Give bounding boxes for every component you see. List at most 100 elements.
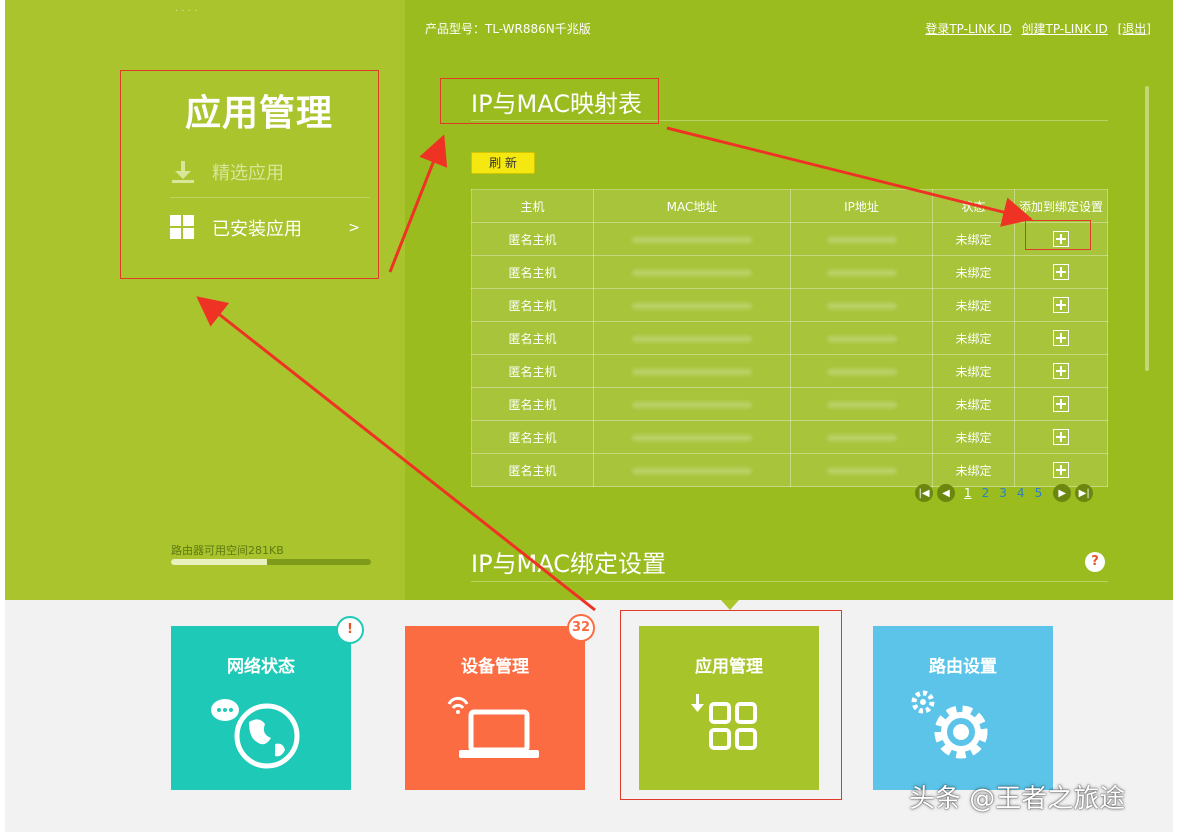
add-binding-cell — [1014, 354, 1108, 388]
add-binding-button[interactable] — [1053, 297, 1069, 313]
table-row: 匿名主机 未绑定 — [471, 420, 1108, 454]
add-binding-cell — [1014, 420, 1108, 454]
mac-cell — [593, 354, 791, 388]
mac-cell — [593, 420, 791, 454]
table-row: 匿名主机 未绑定 — [471, 321, 1108, 355]
ip-mac-table: 主机 MAC地址 IP地址 状态 添加到绑定设置 匿名主机 未绑定 匿名主机 未绑定匿… — [471, 189, 1108, 487]
section-divider — [471, 581, 1108, 582]
host-cell: 匿名主机 — [471, 453, 594, 487]
product-model: 产品型号：TL-WR886N千兆版 — [425, 22, 591, 36]
table-row: 匿名主机 未绑定 — [471, 288, 1108, 322]
annotation-box — [1025, 220, 1091, 250]
add-binding-cell — [1014, 255, 1108, 289]
mac-cell — [593, 288, 791, 322]
mac-cell — [593, 222, 791, 256]
add-binding-cell — [1014, 288, 1108, 322]
globe-icon — [211, 699, 300, 769]
column-header-mac: MAC地址 — [593, 189, 791, 223]
ip-cell — [790, 321, 933, 355]
page-numbers: 12345 — [959, 486, 1047, 500]
scrollbar[interactable] — [1145, 86, 1149, 371]
decorative-text: · · · · — [175, 6, 198, 17]
host-cell: 匿名主机 — [471, 288, 594, 322]
next-page-button[interactable]: ▶ — [1053, 484, 1072, 502]
router-admin-app: 应用管理 精选应用 已安装应用 > 路由器可用空间281KB · · · · 产… — [5, 0, 1173, 832]
tile-device-management[interactable]: 设备管理 — [405, 626, 585, 790]
page-number-5[interactable]: 5 — [1035, 486, 1043, 500]
storage-bar-fill — [171, 559, 267, 565]
table-row: 匿名主机 未绑定 — [471, 354, 1108, 388]
prev-page-button[interactable]: ◀ — [937, 484, 955, 502]
status-cell: 未绑定 — [932, 453, 1015, 487]
annotation-box — [620, 610, 842, 800]
status-cell: 未绑定 — [932, 321, 1015, 355]
ip-cell — [790, 222, 933, 256]
host-cell: 匿名主机 — [471, 354, 594, 388]
ip-cell — [790, 354, 933, 388]
pagination: |◀ ◀ 12345 ▶ ▶| — [915, 484, 1097, 502]
column-header-add-binding: 添加到绑定设置 — [1014, 189, 1108, 223]
active-tile-pointer — [721, 600, 739, 610]
logout-link[interactable]: [退出] — [1118, 22, 1151, 36]
account-links: 登录TP-LINK ID 创建TP-LINK ID [退出] — [919, 20, 1151, 37]
table-header-row: 主机 MAC地址 IP地址 状态 添加到绑定设置 — [471, 189, 1108, 223]
page-number-2[interactable]: 2 — [982, 486, 990, 500]
add-binding-button[interactable] — [1053, 330, 1069, 346]
tile-network-status[interactable]: 网络状态 — [171, 626, 351, 790]
storage-bar — [171, 559, 371, 565]
binding-settings-title: IP与MAC绑定设置 — [471, 550, 667, 578]
ip-cell — [790, 255, 933, 289]
login-link[interactable]: 登录TP-LINK ID — [925, 22, 1011, 36]
column-header-status: 状态 — [932, 189, 1015, 223]
status-cell: 未绑定 — [932, 354, 1015, 388]
watermark: 头条 @王者之旅途 — [909, 784, 1126, 814]
host-cell: 匿名主机 — [471, 420, 594, 454]
add-binding-button[interactable] — [1053, 396, 1069, 412]
host-cell: 匿名主机 — [471, 321, 594, 355]
mac-cell — [593, 255, 791, 289]
ip-cell — [790, 387, 933, 421]
table-row: 匿名主机 未绑定 — [471, 453, 1108, 487]
add-binding-button[interactable] — [1053, 363, 1069, 379]
status-cell: 未绑定 — [932, 255, 1015, 289]
ip-cell — [790, 453, 933, 487]
host-cell: 匿名主机 — [471, 255, 594, 289]
gear-icon — [911, 690, 988, 759]
column-header-host: 主机 — [471, 189, 594, 223]
annotation-box — [120, 70, 379, 279]
page-number-4[interactable]: 4 — [1017, 486, 1025, 500]
add-binding-button[interactable] — [1053, 462, 1069, 478]
status-cell: 未绑定 — [932, 387, 1015, 421]
page-number-3[interactable]: 3 — [999, 486, 1007, 500]
tile-router-settings[interactable]: 路由设置 — [873, 626, 1053, 790]
ip-cell — [790, 420, 933, 454]
status-cell: 未绑定 — [932, 420, 1015, 454]
first-page-button[interactable]: |◀ — [915, 484, 933, 502]
device-count-badge: 32 — [567, 614, 595, 642]
add-binding-button[interactable] — [1053, 264, 1069, 280]
status-cell: 未绑定 — [932, 222, 1015, 256]
host-cell: 匿名主机 — [471, 387, 594, 421]
host-cell: 匿名主机 — [471, 222, 594, 256]
mac-cell — [593, 321, 791, 355]
create-account-link[interactable]: 创建TP-LINK ID — [1021, 22, 1107, 36]
status-cell: 未绑定 — [932, 288, 1015, 322]
add-binding-cell — [1014, 453, 1108, 487]
warning-badge: ! — [336, 616, 364, 644]
add-binding-button[interactable] — [1053, 429, 1069, 445]
add-binding-cell — [1014, 387, 1108, 421]
help-icon[interactable]: ? — [1085, 552, 1105, 572]
laptop-icon — [447, 696, 539, 758]
refresh-button[interactable]: 刷 新 — [471, 152, 535, 174]
annotation-box — [440, 78, 659, 124]
add-binding-cell — [1014, 321, 1108, 355]
page-number-1[interactable]: 1 — [964, 486, 972, 500]
last-page-button[interactable]: ▶| — [1075, 484, 1094, 502]
table-row: 匿名主机 未绑定 — [471, 387, 1108, 421]
table-row: 匿名主机 未绑定 — [471, 255, 1108, 289]
mac-cell — [593, 387, 791, 421]
table-row: 匿名主机 未绑定 — [471, 222, 1108, 256]
mac-cell — [593, 453, 791, 487]
storage-label: 路由器可用空间281KB — [171, 544, 284, 557]
ip-cell — [790, 288, 933, 322]
